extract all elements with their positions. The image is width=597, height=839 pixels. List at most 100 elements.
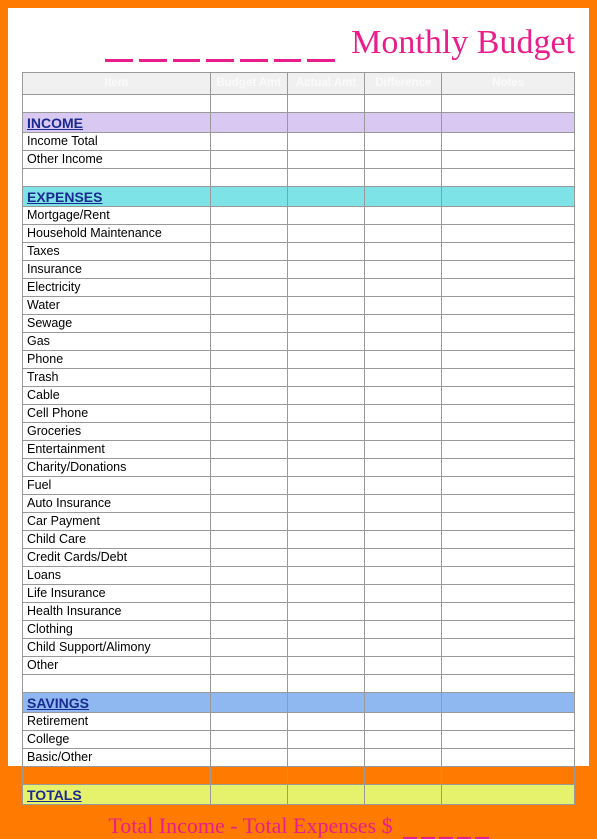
value-cell (442, 279, 575, 297)
row-label: Insurance (23, 261, 211, 279)
value-cell (365, 513, 442, 531)
row-label: Charity/Donations (23, 459, 211, 477)
row-label: Cable (23, 387, 211, 405)
value-cell (287, 279, 364, 297)
col-notes: Notes (442, 73, 575, 95)
section-cell (365, 113, 442, 133)
row-label: Electricity (23, 279, 211, 297)
value-cell (365, 151, 442, 169)
section-cell (287, 187, 364, 207)
row-label: Retirement (23, 713, 211, 731)
spacer-row (23, 675, 575, 693)
footer-text: Total Income - Total Expenses $ (108, 813, 392, 839)
value-cell (442, 405, 575, 423)
table-row: Water (23, 297, 575, 315)
value-cell (287, 405, 364, 423)
budget-table: Item Budget Amt Actual Amt Difference No… (22, 72, 575, 805)
value-cell (365, 243, 442, 261)
table-row: Life Insurance (23, 585, 575, 603)
value-cell (287, 749, 364, 767)
value-cell (287, 315, 364, 333)
section-cell (287, 785, 364, 805)
table-row: Trash (23, 369, 575, 387)
section-label: EXPENSES (23, 187, 211, 207)
value-cell (365, 133, 442, 151)
value-cell (287, 713, 364, 731)
row-label: Taxes (23, 243, 211, 261)
col-budget: Budget Amt (210, 73, 287, 95)
value-cell (365, 297, 442, 315)
table-row: Cable (23, 387, 575, 405)
value-cell (287, 621, 364, 639)
value-cell (210, 279, 287, 297)
spacer-cell (365, 95, 442, 113)
spacer-cell (365, 767, 442, 785)
row-label: College (23, 731, 211, 749)
value-cell (287, 459, 364, 477)
value-cell (210, 151, 287, 169)
value-cell (287, 423, 364, 441)
value-cell (365, 441, 442, 459)
table-row: Insurance (23, 261, 575, 279)
value-cell (210, 369, 287, 387)
value-cell (210, 459, 287, 477)
page-title: Monthly Budget (351, 26, 575, 62)
section-cell (210, 693, 287, 713)
spacer-row (23, 169, 575, 187)
table-row: Phone (23, 351, 575, 369)
value-cell (287, 639, 364, 657)
spacer-cell (23, 95, 211, 113)
value-cell (442, 207, 575, 225)
table-row: Car Payment (23, 513, 575, 531)
value-cell (287, 731, 364, 749)
value-cell (210, 207, 287, 225)
value-cell (365, 423, 442, 441)
value-cell (442, 749, 575, 767)
value-cell (442, 549, 575, 567)
value-cell (442, 621, 575, 639)
spacer-cell (442, 95, 575, 113)
value-cell (287, 567, 364, 585)
spacer-cell (442, 169, 575, 187)
value-cell (365, 207, 442, 225)
value-cell (442, 513, 575, 531)
col-actual: Actual Amt (287, 73, 364, 95)
table-header-row: Item Budget Amt Actual Amt Difference No… (23, 73, 575, 95)
row-label: Other (23, 657, 211, 675)
table-row: Basic/Other (23, 749, 575, 767)
value-cell (287, 477, 364, 495)
table-row: Sewage (23, 315, 575, 333)
value-cell (287, 441, 364, 459)
row-label: Household Maintenance (23, 225, 211, 243)
value-cell (287, 585, 364, 603)
value-cell (365, 731, 442, 749)
row-label: Entertainment (23, 441, 211, 459)
value-cell (287, 151, 364, 169)
table-row: Groceries (23, 423, 575, 441)
section-cell (442, 693, 575, 713)
value-cell (442, 603, 575, 621)
value-cell (442, 423, 575, 441)
value-cell (365, 459, 442, 477)
row-label: Child Support/Alimony (23, 639, 211, 657)
value-cell (287, 333, 364, 351)
value-cell (365, 713, 442, 731)
value-cell (210, 731, 287, 749)
value-cell (442, 459, 575, 477)
value-cell (210, 405, 287, 423)
table-row: Cell Phone (23, 405, 575, 423)
value-cell (365, 333, 442, 351)
spacer-cell (287, 169, 364, 187)
value-cell (442, 567, 575, 585)
value-cell (442, 151, 575, 169)
value-cell (287, 133, 364, 151)
budget-page: Monthly Budget Item Budget Amt Actual Am… (8, 8, 589, 766)
value-cell (287, 495, 364, 513)
row-label: Income Total (23, 133, 211, 151)
value-cell (287, 657, 364, 675)
row-label: Other Income (23, 151, 211, 169)
value-cell (287, 387, 364, 405)
table-row: Income Total (23, 133, 575, 151)
col-difference: Difference (365, 73, 442, 95)
value-cell (210, 315, 287, 333)
